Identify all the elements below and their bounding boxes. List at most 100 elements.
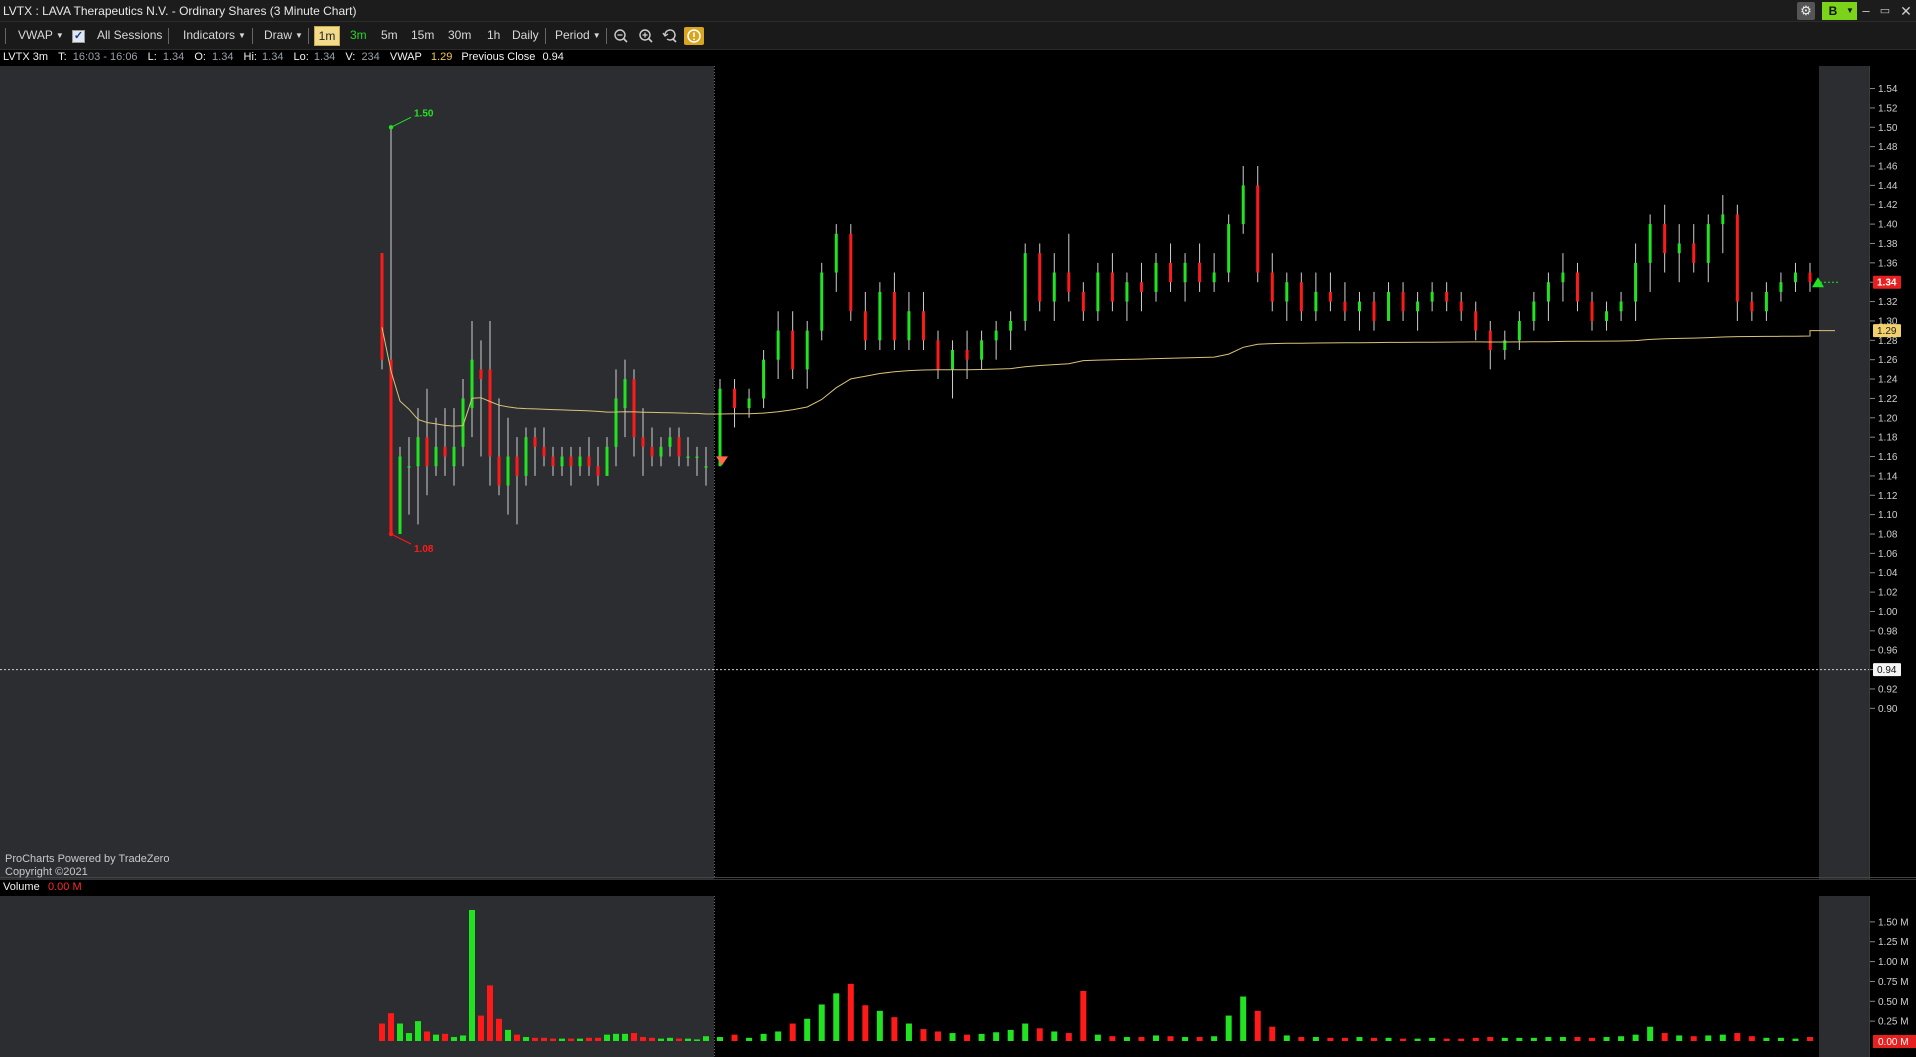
time-label: T: xyxy=(58,51,67,63)
volume-bar xyxy=(613,1033,619,1041)
gear-icon[interactable]: ⚙ xyxy=(1797,2,1815,20)
timeframe-5m-button[interactable]: 5m xyxy=(381,28,398,42)
close-button[interactable]: ✕ xyxy=(1897,1,1915,21)
minimize-button[interactable]: – xyxy=(1857,1,1875,21)
candle-body xyxy=(1735,214,1739,302)
volume-bar xyxy=(649,1037,655,1041)
volume-bar xyxy=(1719,1034,1726,1041)
volume-bar xyxy=(604,1034,610,1041)
candle-body xyxy=(479,369,483,380)
candle-body xyxy=(605,446,609,476)
volume-chart[interactable]: 1.50 M 1.25 M 1.00 M 0.75 M 0.50 M 0.25 M 0.0… xyxy=(0,896,1916,1057)
candle-body xyxy=(1401,291,1405,312)
draw-dropdown[interactable]: Draw ▼ xyxy=(264,28,303,42)
volume-label: V: xyxy=(345,51,356,63)
timeframe-1m-button[interactable]: 1m xyxy=(314,26,340,46)
volume-bar xyxy=(949,1033,956,1041)
volume-bar xyxy=(1589,1037,1595,1041)
candle-body xyxy=(1546,282,1550,302)
price-tick-label: 1.50 xyxy=(1878,123,1898,134)
volume-bar xyxy=(1559,1037,1566,1041)
volume-bar xyxy=(397,1023,403,1041)
info-icon[interactable] xyxy=(684,27,704,45)
ohlc-info-bar: LVTX 3m T: 16:03 - 16:06 L: 1.34 O: 1.34… xyxy=(0,51,1916,66)
candle xyxy=(1038,243,1042,312)
volume-bar xyxy=(1283,1035,1290,1041)
volume-bar xyxy=(1153,1035,1159,1041)
timeframe-3m-button[interactable]: 3m xyxy=(350,28,367,42)
price-chart[interactable]: 1.54 1.52 1.50 1.48 1.46 1.44 1.42 1.40 1.38 1.36… xyxy=(0,66,1916,879)
volume-bar xyxy=(1007,1029,1014,1041)
price-tick-label: 0.96 xyxy=(1878,646,1898,657)
candle-body xyxy=(1663,224,1667,254)
candle-body xyxy=(878,291,882,341)
candle-body xyxy=(747,398,751,409)
volume-bar xyxy=(1429,1037,1436,1041)
volume-bar xyxy=(920,1029,927,1041)
timeframe-daily-button[interactable]: Daily xyxy=(512,28,539,42)
study-dropdown[interactable]: VWAP ▼ xyxy=(18,28,64,42)
draw-label: Draw xyxy=(264,28,293,42)
candle xyxy=(1023,243,1027,331)
candle-body xyxy=(1445,291,1449,302)
open-value: 1.34 xyxy=(212,51,234,63)
volume-bar xyxy=(577,1038,583,1041)
candle-body xyxy=(1328,291,1332,302)
candle-body xyxy=(1009,320,1013,331)
volume-bar xyxy=(379,1023,385,1041)
candle-body xyxy=(677,437,681,457)
high-marker xyxy=(388,125,394,130)
price-tick-label: 1.10 xyxy=(1878,510,1898,521)
maximize-button[interactable]: ▭ xyxy=(1876,1,1894,21)
volume-tick-label: 1.25 M xyxy=(1878,937,1909,948)
volume-bar xyxy=(1748,1036,1755,1041)
indicators-dropdown[interactable]: Indicators ▼ xyxy=(183,28,246,42)
candle-body xyxy=(623,379,627,409)
volume-tick-label: 0.50 M xyxy=(1878,997,1909,1008)
volume-bar xyxy=(1269,1026,1276,1041)
candle-body xyxy=(733,388,737,409)
candle-body xyxy=(1081,291,1085,312)
volume-bar xyxy=(523,1037,529,1041)
volume-value: 234 xyxy=(361,51,380,63)
period-dropdown[interactable]: Period ▼ xyxy=(555,28,601,42)
candle-body xyxy=(1357,301,1361,312)
candle-body xyxy=(907,311,911,341)
volume-panel-header: Volume 0.00 M xyxy=(0,879,1916,895)
volume-bar xyxy=(1182,1037,1189,1041)
reset-zoom-icon[interactable] xyxy=(661,28,679,44)
price-tick-label: 1.36 xyxy=(1878,258,1898,269)
candle-body xyxy=(1590,301,1594,321)
sessions-checkbox[interactable]: ✓ xyxy=(72,30,85,43)
volume-bar xyxy=(1792,1038,1799,1041)
volume-bar xyxy=(1458,1038,1465,1041)
window-title: LVTX : LAVA Therapeutics N.V. - Ordinary… xyxy=(3,4,357,18)
candle-body xyxy=(1299,282,1303,312)
candle-body xyxy=(1619,301,1623,312)
candle-body xyxy=(641,437,645,447)
zoom-out-icon[interactable] xyxy=(612,28,630,44)
price-tick-label: 1.06 xyxy=(1878,549,1898,560)
chevron-down-icon[interactable]: ▼ xyxy=(1843,2,1857,20)
footer-credits: ProCharts Powered by TradeZero Copyright… xyxy=(5,853,169,879)
timeframe-15m-button[interactable]: 15m xyxy=(411,28,434,42)
candle-body xyxy=(1416,301,1420,312)
candle-body xyxy=(1198,262,1202,283)
volume-bar xyxy=(1501,1037,1508,1041)
volume-bar xyxy=(1516,1037,1523,1041)
candle-body xyxy=(1314,291,1318,312)
candle-body xyxy=(965,350,969,360)
zoom-in-icon[interactable] xyxy=(637,28,655,44)
volume-bar xyxy=(685,1038,691,1041)
candle-body xyxy=(1125,282,1129,302)
candle-body xyxy=(1474,311,1478,331)
price-tick-label: 1.00 xyxy=(1878,607,1898,618)
timeframe-1h-button[interactable]: 1h xyxy=(487,28,500,42)
timeframe-30m-button[interactable]: 30m xyxy=(448,28,471,42)
account-button[interactable]: B xyxy=(1822,2,1844,20)
sessions-label[interactable]: All Sessions xyxy=(97,28,162,42)
price-tick-label: 1.46 xyxy=(1878,162,1898,173)
volume-bar xyxy=(586,1037,592,1041)
candle-body xyxy=(1677,243,1681,254)
price-tick-label: 1.54 xyxy=(1878,84,1898,95)
